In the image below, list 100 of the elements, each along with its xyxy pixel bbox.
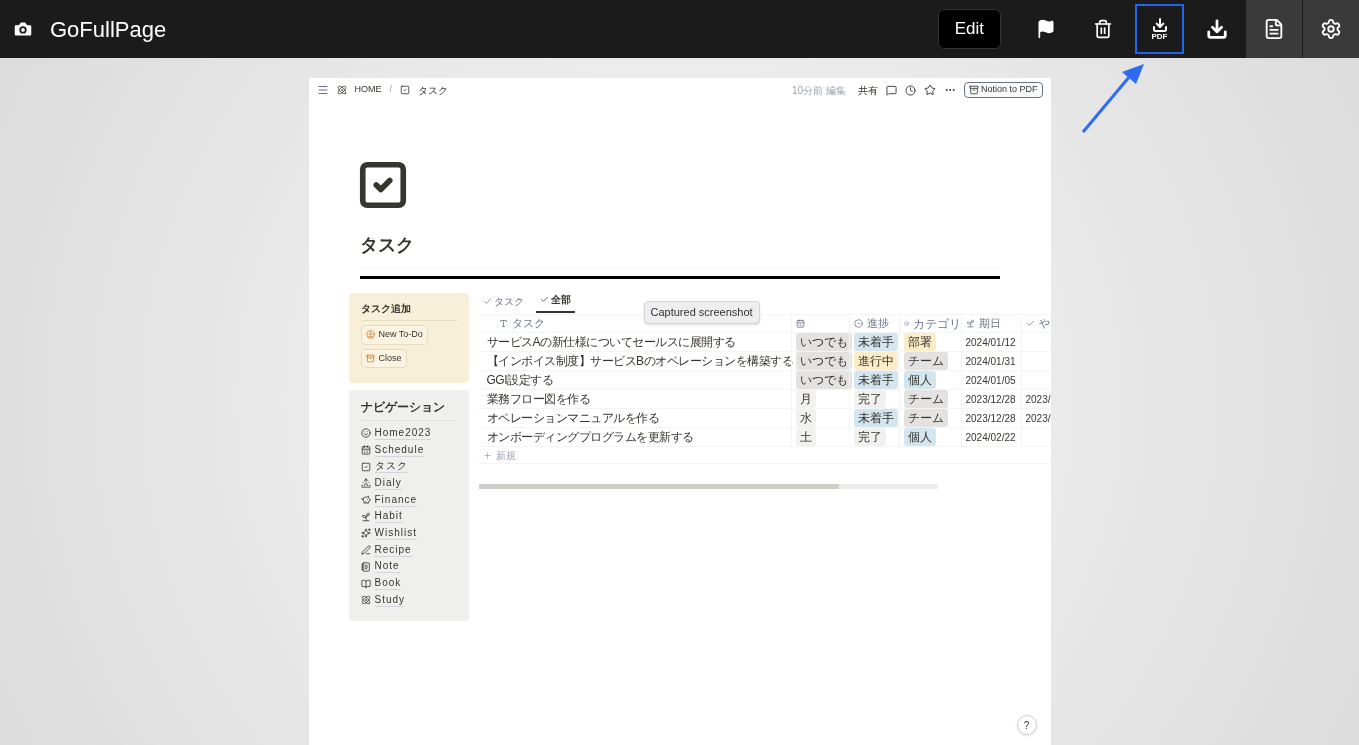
nav-link[interactable]: Habit [374, 510, 403, 524]
pdf-label: PDF [1151, 33, 1168, 41]
tag: 水 [795, 409, 816, 427]
nav-icon [360, 545, 371, 556]
plus-icon [482, 450, 492, 460]
horizontal-scrollbar[interactable] [478, 484, 938, 489]
status-icon [853, 319, 863, 328]
annotation-arrow [1080, 62, 1146, 134]
plant-icon [965, 319, 975, 328]
nav-icon [360, 445, 371, 456]
breadcrumb-separator: / [389, 83, 392, 97]
task-title[interactable]: 業務フロー図を作る [486, 390, 590, 408]
edited-time: 10分前 編集 [792, 83, 846, 98]
nav-icon [360, 578, 371, 589]
date-cell-text: 2023/12/28 [965, 411, 1016, 426]
person-icon [365, 330, 375, 340]
settings-icon [1320, 18, 1342, 40]
panel-button[interactable]: Close [360, 348, 407, 368]
tag: 完了 [853, 428, 886, 446]
nav-link[interactable]: Dialy [374, 476, 402, 490]
panel-heading: タスク追加 [360, 301, 457, 321]
task-title[interactable]: オペレーションマニュアルを作る [486, 409, 659, 427]
nav-icon [360, 495, 371, 506]
tag: 土 [795, 428, 816, 446]
edit-button[interactable]: Edit [937, 9, 1001, 49]
date-cell-text: 2023/ [1025, 392, 1051, 407]
download-icon [1151, 17, 1168, 33]
nav-link[interactable]: Finance [374, 493, 418, 507]
nav-icon [360, 528, 371, 539]
panel-button[interactable]: New To-Do [360, 325, 428, 345]
help-button[interactable]: ? [1016, 715, 1037, 735]
tag: 完了 [853, 390, 886, 408]
date-cell-text: 2023/12/28 [965, 392, 1016, 407]
tag: いつでも [795, 333, 852, 351]
nav-link[interactable]: Schedule [374, 443, 425, 457]
column-header: 期日 [978, 316, 1001, 332]
comment-icon[interactable] [885, 84, 897, 96]
nav-link[interactable]: Study [374, 593, 406, 607]
trash-icon [1092, 19, 1113, 39]
tag: 部署 [903, 333, 936, 351]
breadcrumb-link[interactable]: タスク [418, 82, 448, 98]
nav-link[interactable]: Home2023 [374, 426, 432, 440]
share-button[interactable]: 共有 [857, 82, 878, 98]
nav-icon [360, 478, 371, 489]
download-icon [1205, 18, 1228, 40]
tag: 個人 [903, 371, 936, 389]
column-header: カテゴリ [912, 315, 961, 333]
tooltip: Captured screenshot [643, 301, 760, 324]
toolbar-button[interactable] [1245, 0, 1302, 58]
text-icon [498, 319, 508, 328]
column-header: タスク [511, 316, 545, 332]
nav-link[interactable]: Book [374, 577, 402, 591]
export-button[interactable]: Notion to PDF [963, 82, 1043, 98]
date-cell-text: 2024/02/22 [965, 430, 1016, 445]
atom-icon [336, 85, 347, 95]
date-cell-text: 2024/01/05 [965, 373, 1016, 388]
tag: 未着手 [853, 333, 898, 351]
page-title: タスク [359, 234, 415, 257]
status-icon [903, 319, 909, 328]
nav-link[interactable]: Wishlist [374, 526, 417, 540]
check-icon [539, 295, 549, 304]
nav-icon [360, 561, 371, 572]
task-title[interactable]: オンボーディングプログラムを更新する [486, 428, 694, 446]
document-icon [1263, 18, 1285, 40]
nav-link[interactable]: タスク [374, 460, 408, 474]
column-header: 進捗 [866, 316, 889, 332]
tag: チーム [903, 352, 948, 370]
clock-icon[interactable] [904, 84, 916, 96]
view-tab[interactable]: タスク [478, 294, 528, 313]
tag: 個人 [903, 428, 936, 446]
toolbar-button[interactable] [1302, 0, 1359, 58]
tag: いつでも [795, 371, 852, 389]
app-title: GoFullPage [50, 15, 167, 44]
tag: 月 [795, 390, 816, 408]
tag: 未着手 [853, 409, 898, 427]
date-cell-text: 2024/01/12 [965, 335, 1016, 350]
panel-heading: ナビゲーション [360, 398, 457, 421]
task-title[interactable]: サービスAの新仕様についてセールスに展開する [486, 333, 736, 351]
cabinet-icon [968, 85, 979, 95]
date-cell-text: 2024/01/31 [965, 354, 1016, 369]
check-icon [1025, 319, 1035, 328]
tag: 進行中 [853, 352, 898, 370]
column-header: や [1038, 316, 1050, 332]
checkbox-icon [400, 85, 410, 95]
star-icon[interactable] [923, 84, 936, 96]
nav-link[interactable]: Recipe [374, 543, 412, 557]
date-cell-text: 2023/ [1025, 411, 1051, 426]
tag: チーム [903, 390, 948, 408]
nav-icon [360, 428, 371, 439]
breadcrumb-link[interactable]: HOME [354, 83, 382, 97]
nav-icon [360, 511, 371, 522]
check-icon [482, 297, 492, 306]
menu-icon[interactable] [316, 84, 329, 96]
view-tab[interactable]: 全部 [535, 293, 575, 313]
nav-link[interactable]: Note [374, 560, 400, 574]
nav-icon [360, 461, 371, 472]
tag: いつでも [795, 352, 852, 370]
nav-icon [360, 595, 371, 606]
tag: チーム [903, 409, 948, 427]
task-title[interactable]: GGI設定する [486, 371, 553, 389]
